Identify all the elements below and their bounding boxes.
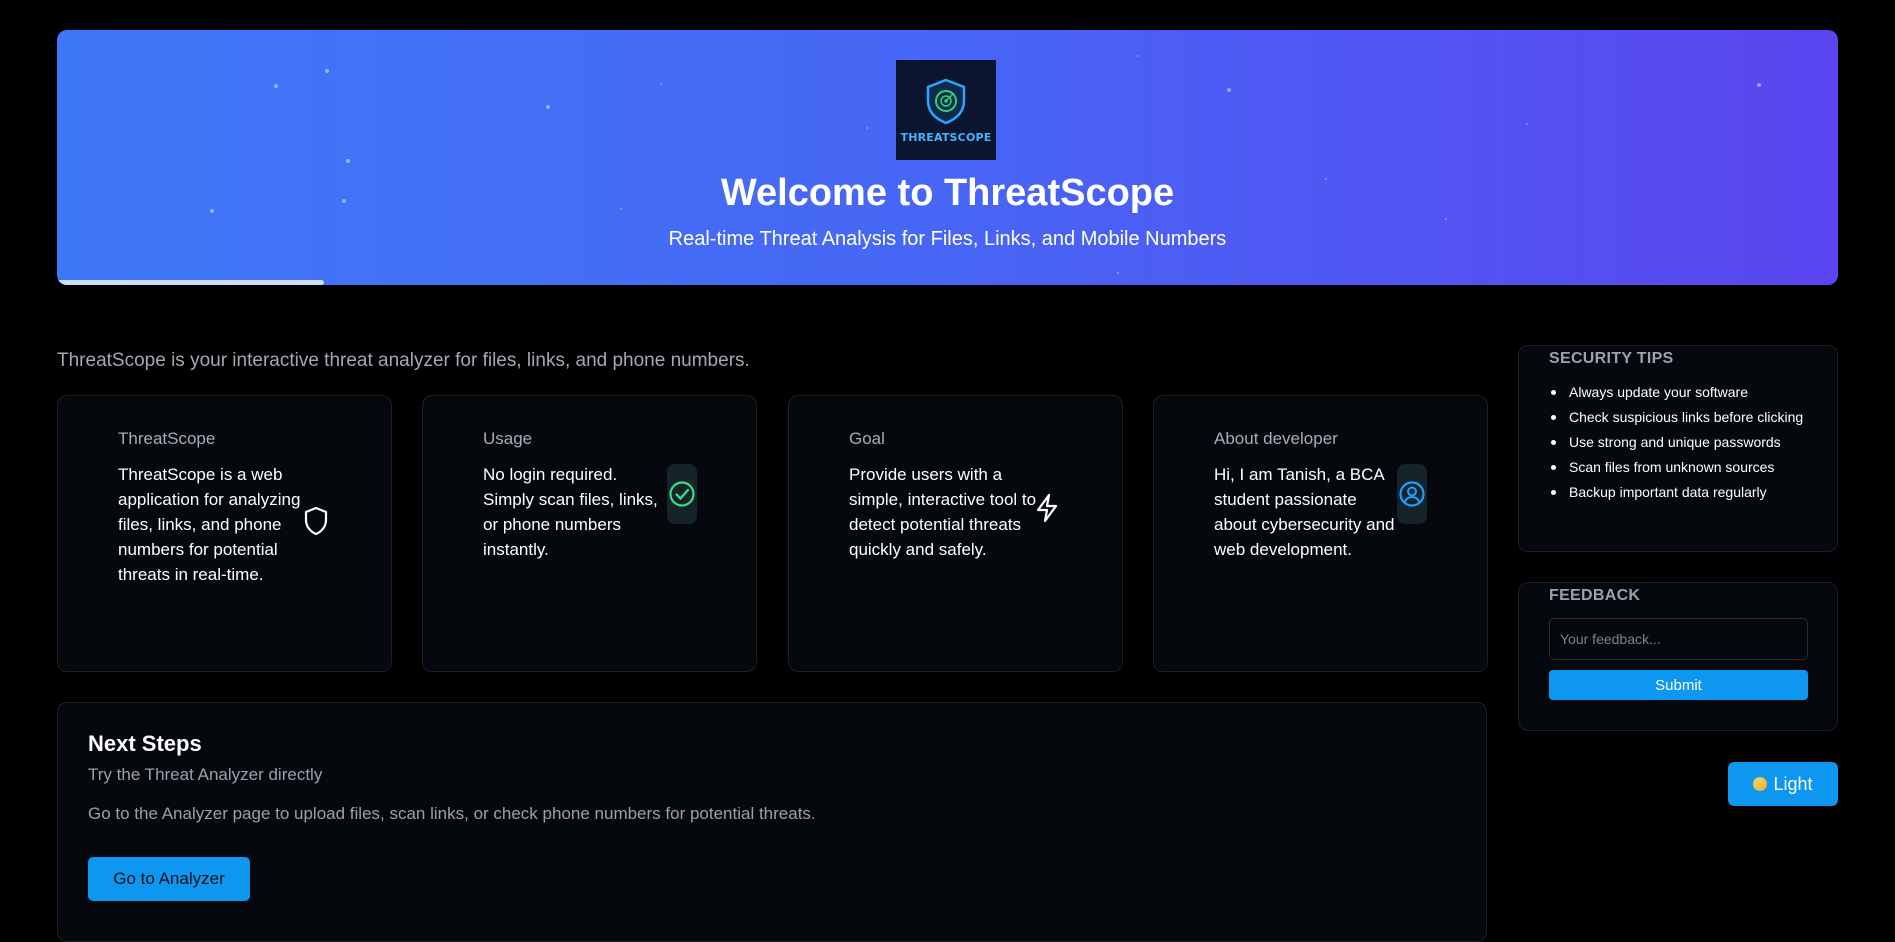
card-title: About developer [1214,429,1338,448]
hero-banner: THREATSCOPE Welcome to ThreatScope Real-… [57,30,1838,285]
logo-text: THREATSCOPE [900,130,992,144]
next-steps-description: Go to the Analyzer page to upload files,… [88,804,816,823]
hero-progress-bar [57,280,325,285]
sun-icon [1753,777,1768,791]
star-decoration [1445,218,1447,220]
star-decoration [346,159,350,163]
star-decoration [546,105,550,109]
list-item: Use strong and unique passwords [1549,432,1829,452]
feedback-panel: FEEDBACK Submit [1518,582,1838,731]
star-decoration [866,127,868,129]
card-body: ThreatScope is a web application for ana… [118,465,301,584]
list-item: Scan files from unknown sources [1549,457,1829,477]
lightning-icon [1032,491,1062,525]
star-decoration [1757,83,1761,87]
threatscope-logo: THREATSCOPE [896,60,996,160]
shield-radar-icon [926,78,966,124]
card-title: Goal [849,429,885,448]
list-item: Backup important data regularly [1549,482,1829,502]
theme-toggle-button[interactable]: Light [1728,762,1838,806]
card-title: Usage [483,429,533,448]
info-card-threatscope: ThreatScope ThreatScope is a web applica… [57,395,392,672]
security-tips-list: Always update your software Check suspic… [1549,382,1829,507]
list-item: Check suspicious links before clicking [1549,407,1829,427]
list-item: Always update your software [1549,382,1829,402]
security-tips-title: SECURITY TIPS [1549,350,1674,367]
page-title: Welcome to ThreatScope [720,172,1175,214]
theme-toggle-label: Light [1773,773,1813,794]
info-card-usage: Usage No login required. Simply scan fil… [422,395,757,672]
page-subtitle: Real-time Threat Analysis for Files, Lin… [668,228,1227,250]
card-body: Provide users with a simple, interactive… [849,465,1037,559]
intro-text: ThreatScope is your interactive threat a… [57,350,750,371]
check-circle-icon [667,464,697,524]
star-decoration [274,84,278,88]
star-decoration [1117,272,1119,274]
star-decoration [660,83,662,85]
shield-icon [301,504,331,538]
star-decoration [325,69,329,73]
card-body: Hi, I am Tanish, a BCA student passionat… [1214,465,1395,559]
next-steps-title: Next Steps [88,731,202,756]
go-to-analyzer-button[interactable]: Go to Analyzer [88,857,250,901]
card-body: No login required. Simply scan files, li… [483,465,658,559]
info-card-goal: Goal Provide users with a simple, intera… [788,395,1123,672]
info-card-about-developer: About developer Hi, I am Tanish, a BCA s… [1153,395,1488,672]
feedback-input[interactable] [1549,618,1808,660]
submit-feedback-button[interactable]: Submit [1549,670,1808,700]
user-circle-icon [1397,464,1427,524]
next-steps-subtitle: Try the Threat Analyzer directly [88,765,323,784]
next-steps-panel: Next Steps Try the Threat Analyzer direc… [57,702,1487,942]
star-decoration [1227,88,1231,92]
security-tips-panel: SECURITY TIPS Always update your softwar… [1518,345,1838,552]
star-decoration [1137,55,1139,57]
card-title: ThreatScope [118,429,216,448]
feedback-title: FEEDBACK [1549,587,1641,604]
star-decoration [1526,123,1528,125]
